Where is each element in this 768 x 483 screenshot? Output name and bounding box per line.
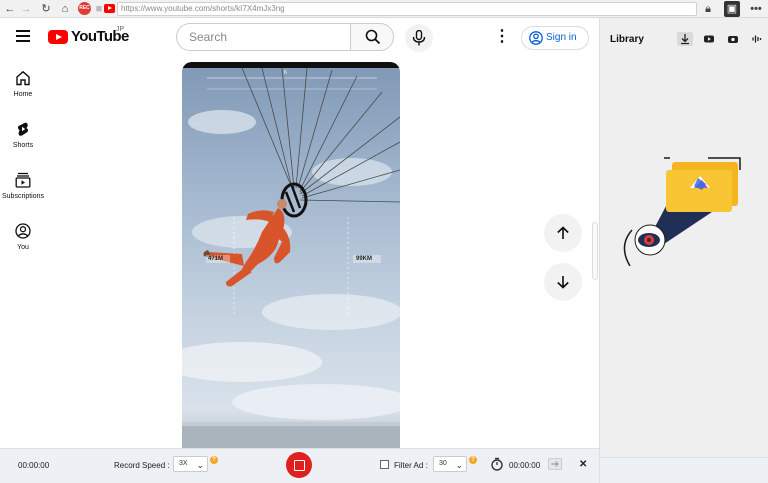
rec-badge[interactable]: REC [78,2,91,15]
tab-audio[interactable] [749,32,765,46]
hud-distance-label: 99KM [356,256,373,262]
youtube-tab-icon [104,4,115,13]
voice-search-button[interactable] [405,24,433,52]
search-input[interactable]: Search [176,23,351,51]
account-icon [15,223,31,239]
chevron-down-icon: ⌄ [455,460,463,470]
sign-in-label: Sign in [546,32,577,43]
tab-camera[interactable] [725,32,741,46]
sidebar-item-you[interactable]: You [0,223,46,251]
next-video-button[interactable] [544,263,582,301]
audio-icon [752,35,762,43]
filter-ad-help-icon[interactable]: ? [469,456,477,464]
sidebar-item-label: Subscriptions [1,193,45,200]
search-icon [365,29,381,45]
empty-library-illustration [623,157,741,266]
lock-icon[interactable]: 🔒︎ [700,1,716,17]
stop-record-button[interactable] [286,452,312,478]
browser-toolbar: ← → ↻ ⌂ REC ■ https://www.youtube.com/sh… [0,0,768,18]
account-circle-icon [529,31,543,45]
menu-icon[interactable] [16,30,30,42]
subscriptions-icon [15,172,31,188]
download-icon [681,34,689,45]
filter-ad-label: Filter Ad : [394,461,428,470]
filter-ad-value: 30 [439,460,447,467]
sidebar-item-shorts[interactable]: Shorts [0,121,46,149]
timer-go-icon[interactable] [548,458,562,470]
forward-icon[interactable]: → [18,1,34,17]
video-icon [704,35,714,43]
video-frame-illustration [182,67,400,448]
close-toolbar-icon[interactable]: ✕ [579,459,587,470]
arrow-down-icon [557,276,569,289]
record-speed-label: Record Speed : [114,461,170,470]
back-icon[interactable]: ← [2,1,18,17]
library-footer [600,457,768,483]
filter-ad-checkbox[interactable] [380,460,389,469]
record-speed-help-icon[interactable]: ? [210,456,218,464]
sidebar-item-home[interactable]: Home [0,70,46,98]
microphone-icon [412,30,426,46]
previous-video-button[interactable] [544,214,582,252]
extension-icon[interactable]: ▣ [724,1,740,17]
tab-downloads[interactable] [677,32,693,46]
hud-top-marker: 6 [284,70,287,76]
record-speed-value: 3X [179,460,188,467]
record-speed-select[interactable]: 3X ⌄ [173,456,208,472]
library-title: Library [610,34,644,45]
sidebar-item-label: Shorts [12,142,34,149]
scrollbar-thumb[interactable] [592,222,598,280]
filter-ad-select[interactable]: 30 ⌄ [433,456,467,472]
tab-video[interactable] [701,32,717,46]
camera-icon [728,36,738,43]
logo-country-code: JP [116,26,125,33]
address-bar[interactable]: https://www.youtube.com/shorts/kI7X4mJx3… [117,2,697,16]
home-icon [16,70,30,86]
arrow-up-icon [557,226,569,239]
sidebar-item-subscriptions[interactable]: Subscriptions [0,172,46,200]
sidebar-item-label: You [17,244,29,251]
hud-altitude-label: 471M [208,256,224,262]
shorts-icon [17,122,29,136]
more-options-icon[interactable]: ⋮ [494,28,510,46]
home-browser-icon[interactable]: ⌂ [57,1,73,17]
browser-menu-button[interactable]: ••• [746,1,766,17]
sign-in-button[interactable]: Sign in [521,26,589,50]
chevron-down-icon: ⌄ [196,460,204,470]
youtube-play-icon [48,30,68,44]
sidebar-item-label: Home [13,91,33,98]
timer-value: 00:00:00 [509,461,541,470]
reload-icon[interactable]: ↻ [38,1,54,17]
shorts-video-player[interactable]: 471M 99KM 6 [182,62,400,448]
elapsed-time: 00:00:00 [18,461,50,470]
search-button[interactable] [350,23,394,51]
timer-icon[interactable] [490,457,504,471]
